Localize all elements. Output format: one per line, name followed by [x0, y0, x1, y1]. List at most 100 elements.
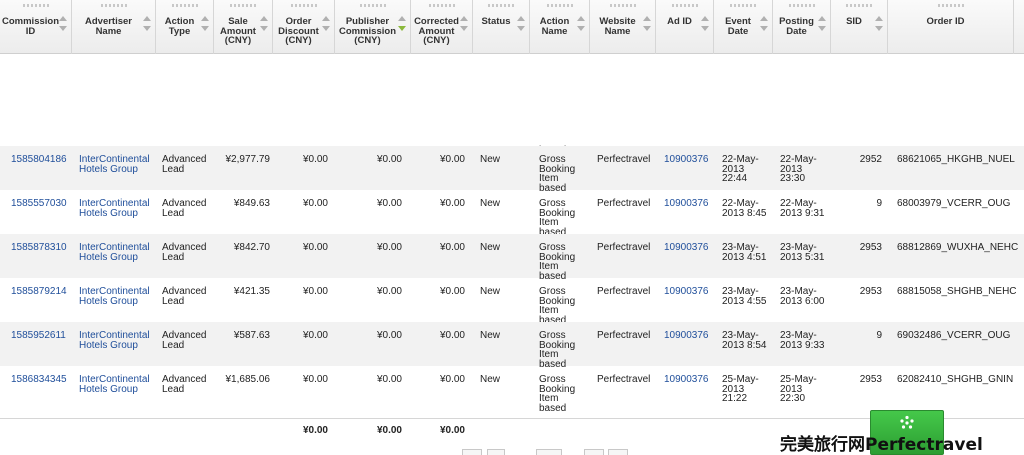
- commission-id-link[interactable]: 1586834345: [11, 375, 67, 385]
- total-publisher-commission: ¥0.00: [376, 425, 402, 436]
- total-corrected-amount: ¥0.00: [439, 425, 465, 436]
- ad-id-link[interactable]: 10900376: [664, 287, 709, 297]
- column-drag-grip[interactable]: [671, 4, 698, 7]
- event-date-cell: 23-May- 2013 4:55: [722, 286, 767, 307]
- commission-id-link[interactable]: 1585878310: [11, 243, 67, 253]
- column-drag-grip[interactable]: [488, 4, 514, 7]
- column-header-ad-id[interactable]: Ad ID: [656, 0, 714, 54]
- column-header-order-discount[interactable]: Order Discount (CNY): [273, 0, 335, 54]
- column-drag-grip[interactable]: [22, 4, 49, 7]
- sale-amount-cell: ¥2,977.79: [225, 154, 271, 165]
- commission-id-link[interactable]: 1585557030: [11, 199, 67, 209]
- advertiser-link[interactable]: InterContinental Hotels Group: [79, 375, 150, 394]
- action-name-cell: Gross Booking Item based: [539, 198, 576, 238]
- sale-amount-cell: ¥842.70: [233, 242, 270, 253]
- column-header-posting-date[interactable]: Posting Date: [773, 0, 831, 54]
- column-drag-grip[interactable]: [846, 4, 872, 7]
- table-row[interactable]: 1585557030 InterContinental Hotels Group Ad…: [0, 190, 1024, 238]
- advertiser-link[interactable]: InterContinental Hotels Group: [79, 287, 150, 306]
- order-id-cell: 68621065_HKGHB_NUEL: [897, 154, 1015, 165]
- sort-arrows-icon[interactable]: [260, 16, 268, 36]
- pager-last-button[interactable]: [608, 449, 628, 455]
- posting-date-cell: 23-May- 2013 6:00: [780, 286, 825, 307]
- posting-date-cell: 22-May- 2013 23:30: [780, 154, 817, 185]
- corrected-amount-cell: ¥0.00: [439, 374, 465, 385]
- posting-date-cell: 23-May- 2013 9:33: [780, 330, 825, 351]
- column-drag-grip[interactable]: [546, 4, 573, 7]
- order-discount-cell: ¥0.00: [302, 330, 328, 341]
- column-header-sale-amount[interactable]: Sale Amount (CNY): [214, 0, 273, 54]
- table-row[interactable]: 1585878310 InterContinental Hotels Group Ad…: [0, 234, 1024, 281]
- column-drag-grip[interactable]: [171, 4, 198, 7]
- commission-id-link[interactable]: 1585952611: [11, 331, 66, 341]
- column-header-order-id[interactable]: Order ID: [888, 0, 1014, 54]
- sort-arrows-icon[interactable]: [818, 16, 826, 36]
- ad-id-link[interactable]: 10900376: [664, 155, 709, 165]
- corrected-amount-cell: ¥0.00: [439, 286, 465, 297]
- column-header-website-name[interactable]: Website Name: [590, 0, 656, 54]
- sort-arrows-icon[interactable]: [643, 16, 651, 36]
- sort-arrows-icon[interactable]: [59, 16, 67, 36]
- column-header-status[interactable]: Status: [473, 0, 530, 54]
- ad-id-link[interactable]: 10900376: [664, 375, 709, 385]
- column-drag-grip[interactable]: [730, 4, 756, 7]
- pager-page-input[interactable]: [536, 449, 562, 455]
- publisher-commission-cell: ¥0.00: [376, 374, 402, 385]
- posting-date-cell: 23-May- 2013 5:31: [780, 242, 825, 263]
- order-id-cell: 68815058_SHGHB_NEHC: [897, 286, 1017, 297]
- column-header-action-name[interactable]: Action Name: [530, 0, 590, 54]
- action-name-cell: Gross Booking Item based: [539, 374, 576, 414]
- sort-arrows-icon[interactable]: [460, 16, 468, 36]
- column-drag-grip[interactable]: [609, 4, 636, 7]
- column-drag-grip[interactable]: [230, 4, 256, 7]
- table-row[interactable]: 1586834345 InterContinental Hotels Group Ad…: [0, 366, 1024, 414]
- column-drag-grip[interactable]: [100, 4, 127, 7]
- action-name-cell: Gross Booking Item based: [539, 154, 576, 194]
- order-id-cell: 68812869_WUXHA_NEHC: [897, 242, 1019, 253]
- pager-prev-button[interactable]: [487, 449, 505, 455]
- table-row[interactable]: 1585879214 InterContinental Hotels Group Ad…: [0, 278, 1024, 325]
- table-row[interactable]: 1585804186 InterContinental Hotels Group Ad…: [0, 146, 1024, 194]
- website-name-cell: Perfectravel: [597, 286, 651, 297]
- ad-id-link[interactable]: 10900376: [664, 199, 709, 209]
- column-header-corrected-amount[interactable]: Corrected Amount (CNY): [411, 0, 473, 54]
- column-header-action-type[interactable]: Action Type: [156, 0, 214, 54]
- column-header-commission-id[interactable]: Commission ID: [0, 0, 72, 54]
- column-drag-grip[interactable]: [290, 4, 317, 7]
- sort-arrows-icon[interactable]: [322, 16, 330, 36]
- advertiser-link[interactable]: InterContinental Hotels Group: [79, 331, 150, 350]
- column-header-sid[interactable]: SID: [831, 0, 888, 54]
- column-header-event-date[interactable]: Event Date: [714, 0, 773, 54]
- sale-amount-cell: ¥587.63: [233, 330, 270, 341]
- dots-cluster-icon: [900, 415, 914, 429]
- column-drag-grip[interactable]: [428, 4, 455, 7]
- advertiser-link[interactable]: InterContinental Hotels Group: [79, 155, 150, 174]
- column-drag-grip[interactable]: [937, 4, 964, 7]
- sort-arrows-icon[interactable]: [875, 16, 883, 36]
- pager-first-button[interactable]: [462, 449, 482, 455]
- ad-id-link[interactable]: 10900376: [664, 243, 709, 253]
- pager-next-button[interactable]: [584, 449, 604, 455]
- sort-arrows-icon[interactable]: [517, 16, 525, 36]
- sort-arrows-icon[interactable]: [143, 16, 151, 36]
- sid-cell: 2952: [859, 154, 882, 165]
- publisher-commission-cell: ¥0.00: [376, 330, 402, 341]
- column-header-advertiser-name[interactable]: Advertiser Name: [72, 0, 156, 54]
- commission-id-link[interactable]: 1585804186: [11, 155, 67, 165]
- action-type-cell: Advanced Lead: [162, 374, 207, 395]
- sort-arrows-icon[interactable]: [701, 16, 709, 36]
- sort-arrows-icon[interactable]: [760, 16, 768, 36]
- column-header-publisher-commission[interactable]: Publisher Commission (CNY): [335, 0, 411, 54]
- sort-arrows-icon[interactable]: [577, 16, 585, 36]
- ad-id-link[interactable]: 10900376: [664, 331, 709, 341]
- sort-arrows-icon[interactable]: [398, 16, 406, 36]
- sort-arrows-icon[interactable]: [201, 16, 209, 36]
- commission-id-link[interactable]: 1585879214: [11, 287, 67, 297]
- column-drag-grip[interactable]: [359, 4, 386, 7]
- column-drag-grip[interactable]: [788, 4, 815, 7]
- status-cell: New: [480, 154, 501, 165]
- advertiser-link[interactable]: InterContinental Hotels Group: [79, 199, 150, 218]
- order-id-cell: 62082410_SHGHB_GNIN: [897, 374, 1014, 385]
- table-row[interactable]: 1585952611 InterContinental Hotels Group Ad…: [0, 322, 1024, 369]
- advertiser-link[interactable]: InterContinental Hotels Group: [79, 243, 150, 262]
